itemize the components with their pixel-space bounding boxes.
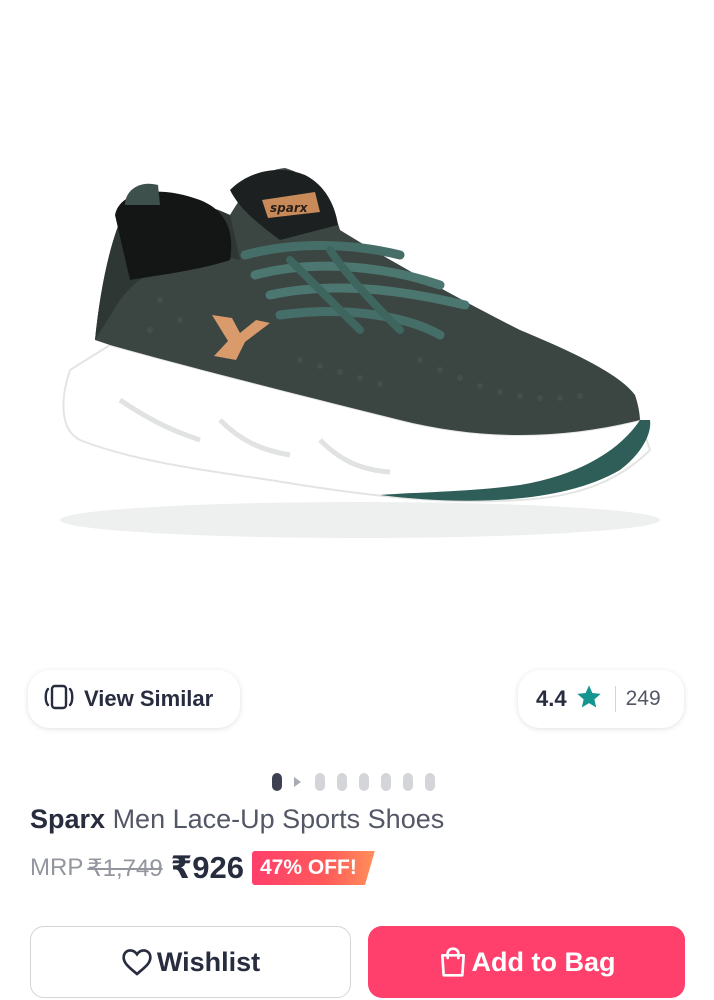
carousel-next-icon[interactable]	[294, 777, 301, 787]
carousel-dot[interactable]	[381, 773, 391, 791]
mrp-label: MRP	[30, 854, 84, 881]
add-to-bag-button[interactable]: Add to Bag	[368, 926, 685, 998]
carousel-dot[interactable]	[359, 773, 369, 791]
carousel-dot[interactable]	[315, 773, 325, 791]
carousel-dot-active[interactable]	[272, 773, 282, 791]
product-title: Sparx Men Lace-Up Sports Shoes	[30, 804, 444, 835]
image-carousel-indicator[interactable]	[272, 773, 447, 791]
wishlist-label: Wishlist	[156, 946, 261, 977]
view-similar-button[interactable]: View Similar	[28, 670, 240, 728]
mrp-value: ₹1,749	[87, 854, 163, 882]
rating-score: 4.4	[536, 686, 567, 711]
carousel-dot[interactable]	[425, 773, 435, 791]
shopping-bag-icon	[438, 946, 468, 978]
selling-price: ₹926	[170, 850, 244, 885]
product-name: Men Lace-Up Sports Shoes	[112, 804, 445, 834]
discount-badge: 47% OFF!	[251, 851, 375, 885]
view-similar-label: View Similar	[84, 686, 214, 711]
svg-text:sparx: sparx	[270, 201, 309, 215]
sports-shoe-image: sparx	[60, 168, 660, 538]
product-brand: Sparx	[30, 804, 106, 834]
rating-badge[interactable]: 4.4 249	[518, 670, 684, 728]
view-similar-icon	[42, 683, 76, 716]
heart-icon	[121, 947, 153, 977]
star-icon	[575, 683, 603, 716]
price-row: MRP ₹1,749 ₹926 47% OFF!	[30, 850, 375, 886]
carousel-dot[interactable]	[337, 773, 347, 791]
wishlist-button[interactable]: Wishlist	[30, 926, 351, 998]
add-to-bag-label: Add to Bag	[471, 946, 616, 977]
carousel-dot[interactable]	[403, 773, 413, 791]
rating-count: 249	[625, 687, 661, 710]
product-image[interactable]: sparx	[0, 0, 714, 660]
rating-divider	[614, 686, 616, 712]
